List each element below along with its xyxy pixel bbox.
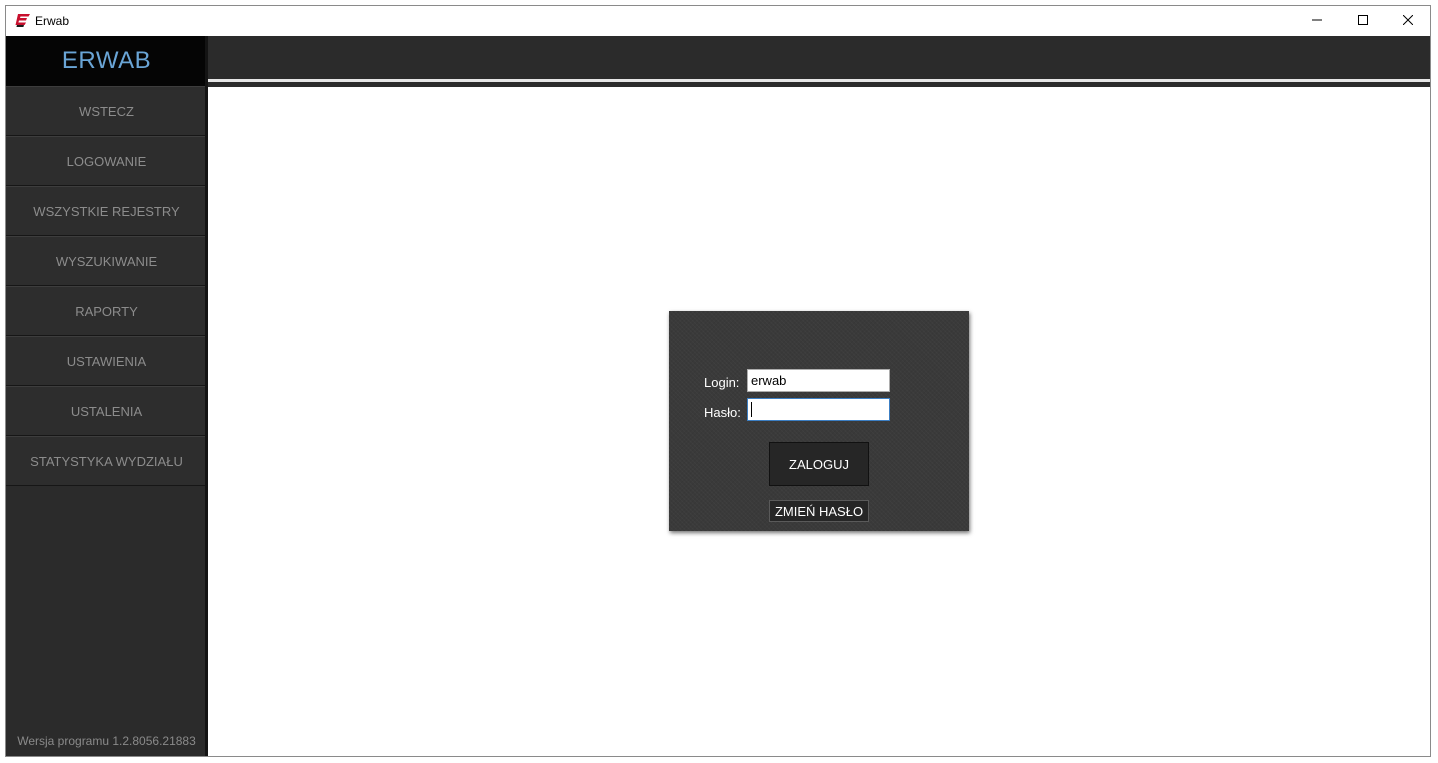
- sidebar-item-raporty[interactable]: RAPORTY: [6, 286, 207, 336]
- sidebar-item-logowanie[interactable]: LOGOWANIE: [6, 136, 207, 186]
- minimize-button[interactable]: [1294, 6, 1340, 36]
- password-input[interactable]: [747, 398, 890, 421]
- login-button[interactable]: ZALOGUJ: [769, 442, 869, 486]
- sidebar-nav: WSTECZ LOGOWANIE WSZYSTKIE REJESTRY WYSZ…: [6, 86, 207, 486]
- header-bar: [208, 36, 1430, 79]
- minimize-icon: [1312, 12, 1322, 30]
- erwab-app-icon: [15, 14, 30, 27]
- login-input[interactable]: [747, 369, 890, 392]
- sidebar-item-statystyka-wydzialu[interactable]: STATYSTYKA WYDZIAŁU: [6, 436, 207, 486]
- brand-logo-text: ERWAB: [6, 36, 207, 86]
- window-title: Erwab: [35, 14, 70, 28]
- maximize-button[interactable]: [1340, 6, 1386, 36]
- sidebar-item-ustalenia[interactable]: USTALENIA: [6, 386, 207, 436]
- sidebar-item-ustawienia[interactable]: USTAWIENIA: [6, 336, 207, 386]
- title-bar[interactable]: Erwab: [6, 6, 1430, 36]
- login-panel: Login: Hasło: ZALOGUJ ZMIEŃ HASŁO: [669, 311, 969, 531]
- sidebar-item-wstecz[interactable]: WSTECZ: [6, 86, 207, 136]
- text-cursor: [751, 402, 752, 417]
- close-icon: [1402, 12, 1414, 30]
- change-password-button[interactable]: ZMIEŃ HASŁO: [769, 500, 869, 522]
- login-label: Login:: [704, 375, 740, 390]
- version-label: Wersja programu 1.2.8056.21883: [17, 734, 196, 748]
- sidebar-item-wszystkie-rejestry[interactable]: WSZYSTKIE REJESTRY: [6, 186, 207, 236]
- app-window: Erwab ERWAB WSTECZ LOGOWANIE WSZYSTKIE R…: [5, 5, 1431, 757]
- maximize-icon: [1358, 12, 1368, 30]
- sidebar: ERWAB WSTECZ LOGOWANIE WSZYSTKIE REJESTR…: [6, 36, 207, 756]
- password-label: Hasło:: [704, 405, 741, 420]
- sidebar-item-wyszukiwanie[interactable]: WYSZUKIWANIE: [6, 236, 207, 286]
- close-button[interactable]: [1385, 6, 1430, 36]
